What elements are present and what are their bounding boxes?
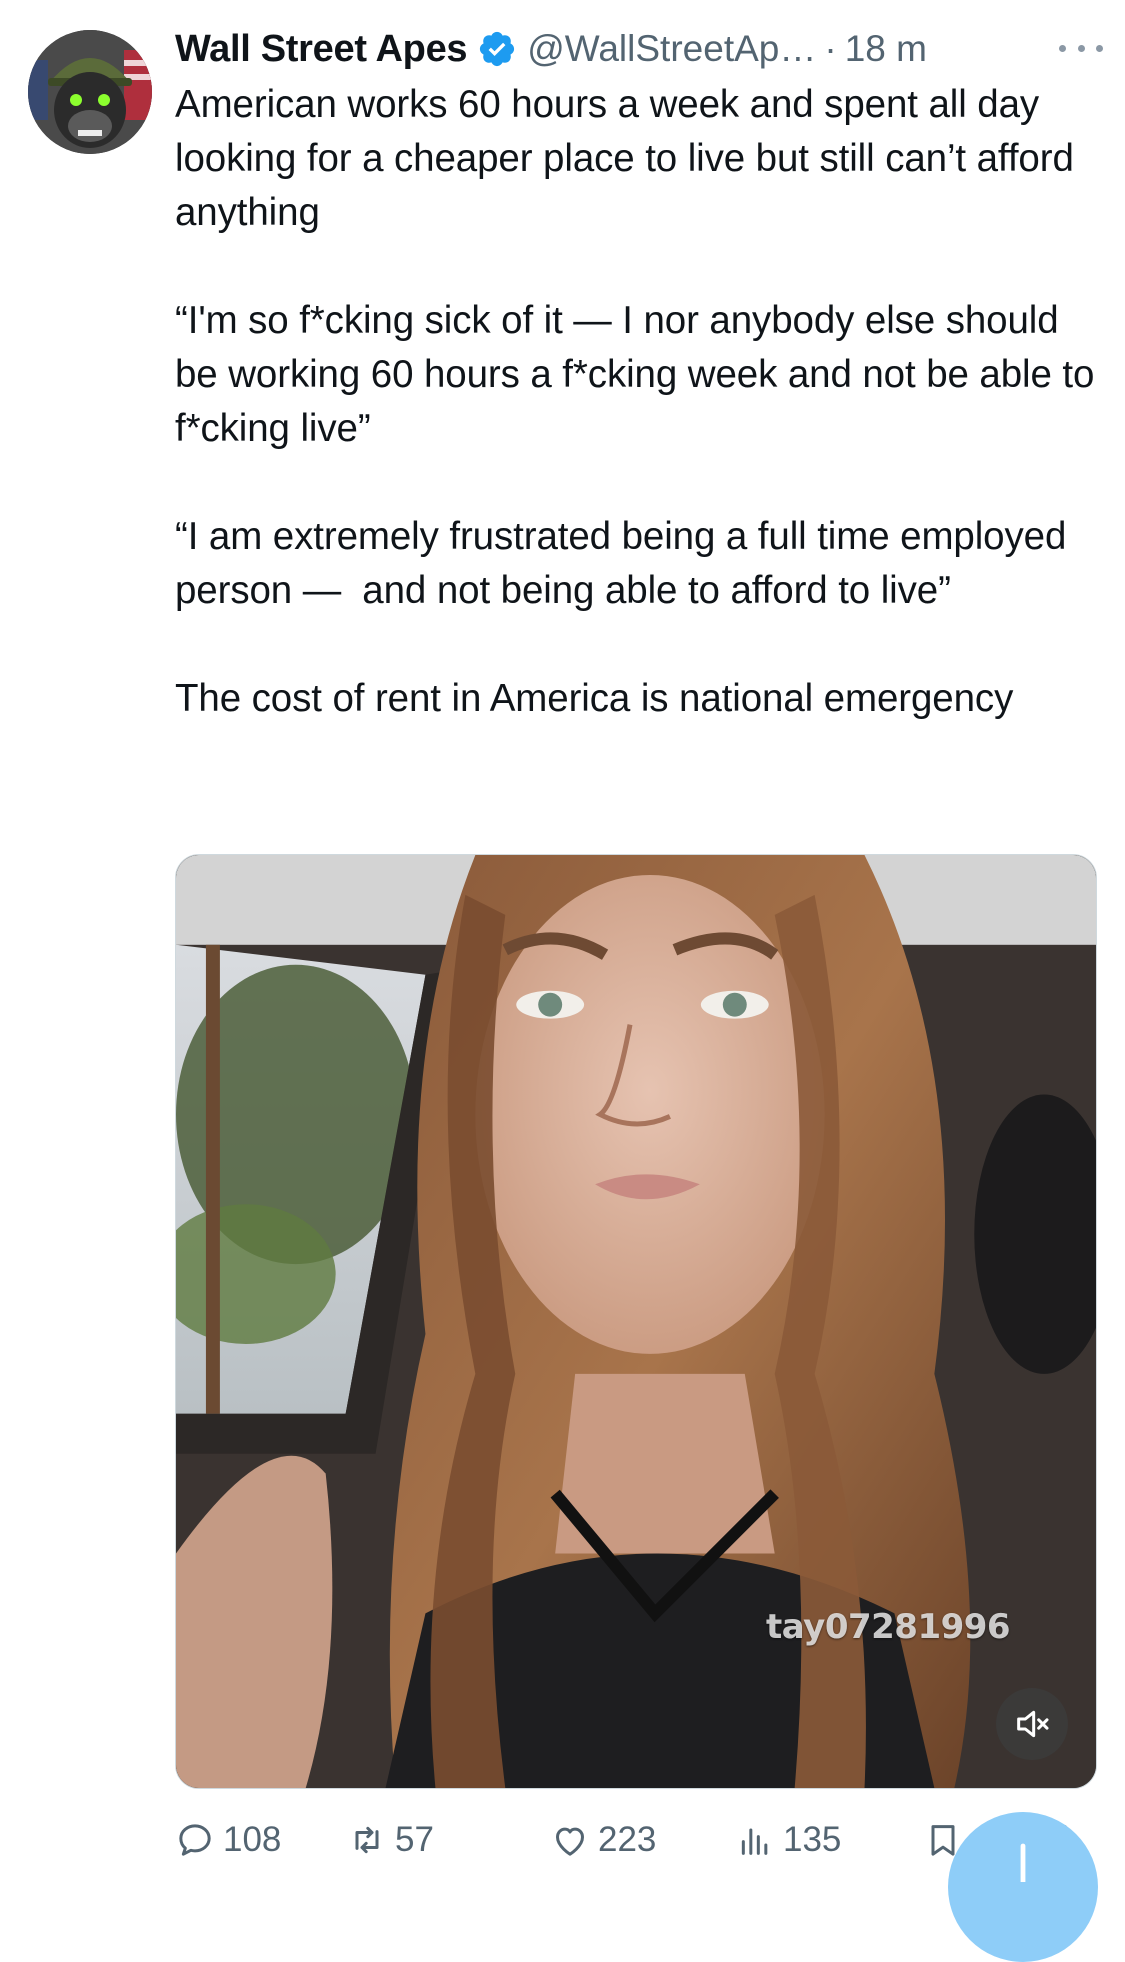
video-frame-image: [176, 855, 1096, 1788]
gorilla-avatar-icon: [28, 30, 152, 154]
author-avatar[interactable]: [28, 30, 152, 154]
like-button[interactable]: 223: [550, 1812, 656, 1868]
speaker-muted-icon: [1017, 1710, 1049, 1738]
repost-icon: [355, 1826, 379, 1854]
author-handle[interactable]: @WallStreetAp…: [527, 28, 816, 70]
author-display-name[interactable]: Wall Street Apes: [175, 28, 468, 71]
mute-toggle-button[interactable]: [996, 1688, 1068, 1760]
reply-count: 108: [223, 1820, 282, 1859]
separator-dot: ·: [824, 28, 837, 69]
plus-icon: [1020, 1843, 1026, 1882]
reply-icon: [179, 1824, 211, 1856]
repost-count: 57: [395, 1820, 434, 1859]
video-watermark: tay07281996: [766, 1607, 1011, 1647]
verified-badge-icon: [480, 31, 515, 67]
compose-fab-button[interactable]: [948, 1812, 1098, 1962]
view-count: 135: [783, 1820, 842, 1859]
like-count: 223: [598, 1820, 657, 1859]
repost-button[interactable]: 57: [347, 1812, 434, 1868]
views-button[interactable]: 135: [735, 1812, 841, 1868]
tweet-video[interactable]: tay07281996: [175, 854, 1097, 1789]
analytics-bars-icon: [741, 1828, 768, 1855]
reply-button[interactable]: 108: [175, 1812, 281, 1868]
tweet-timestamp[interactable]: 18 m: [845, 28, 927, 70]
more-options-icon[interactable]: [1059, 36, 1103, 60]
tweet-header: Wall Street Apes @WallStreetAp… · 18 m: [175, 18, 1100, 80]
heart-icon: [556, 1827, 584, 1856]
tweet-body-text: American works 60 hours a week and spent…: [175, 83, 1095, 720]
